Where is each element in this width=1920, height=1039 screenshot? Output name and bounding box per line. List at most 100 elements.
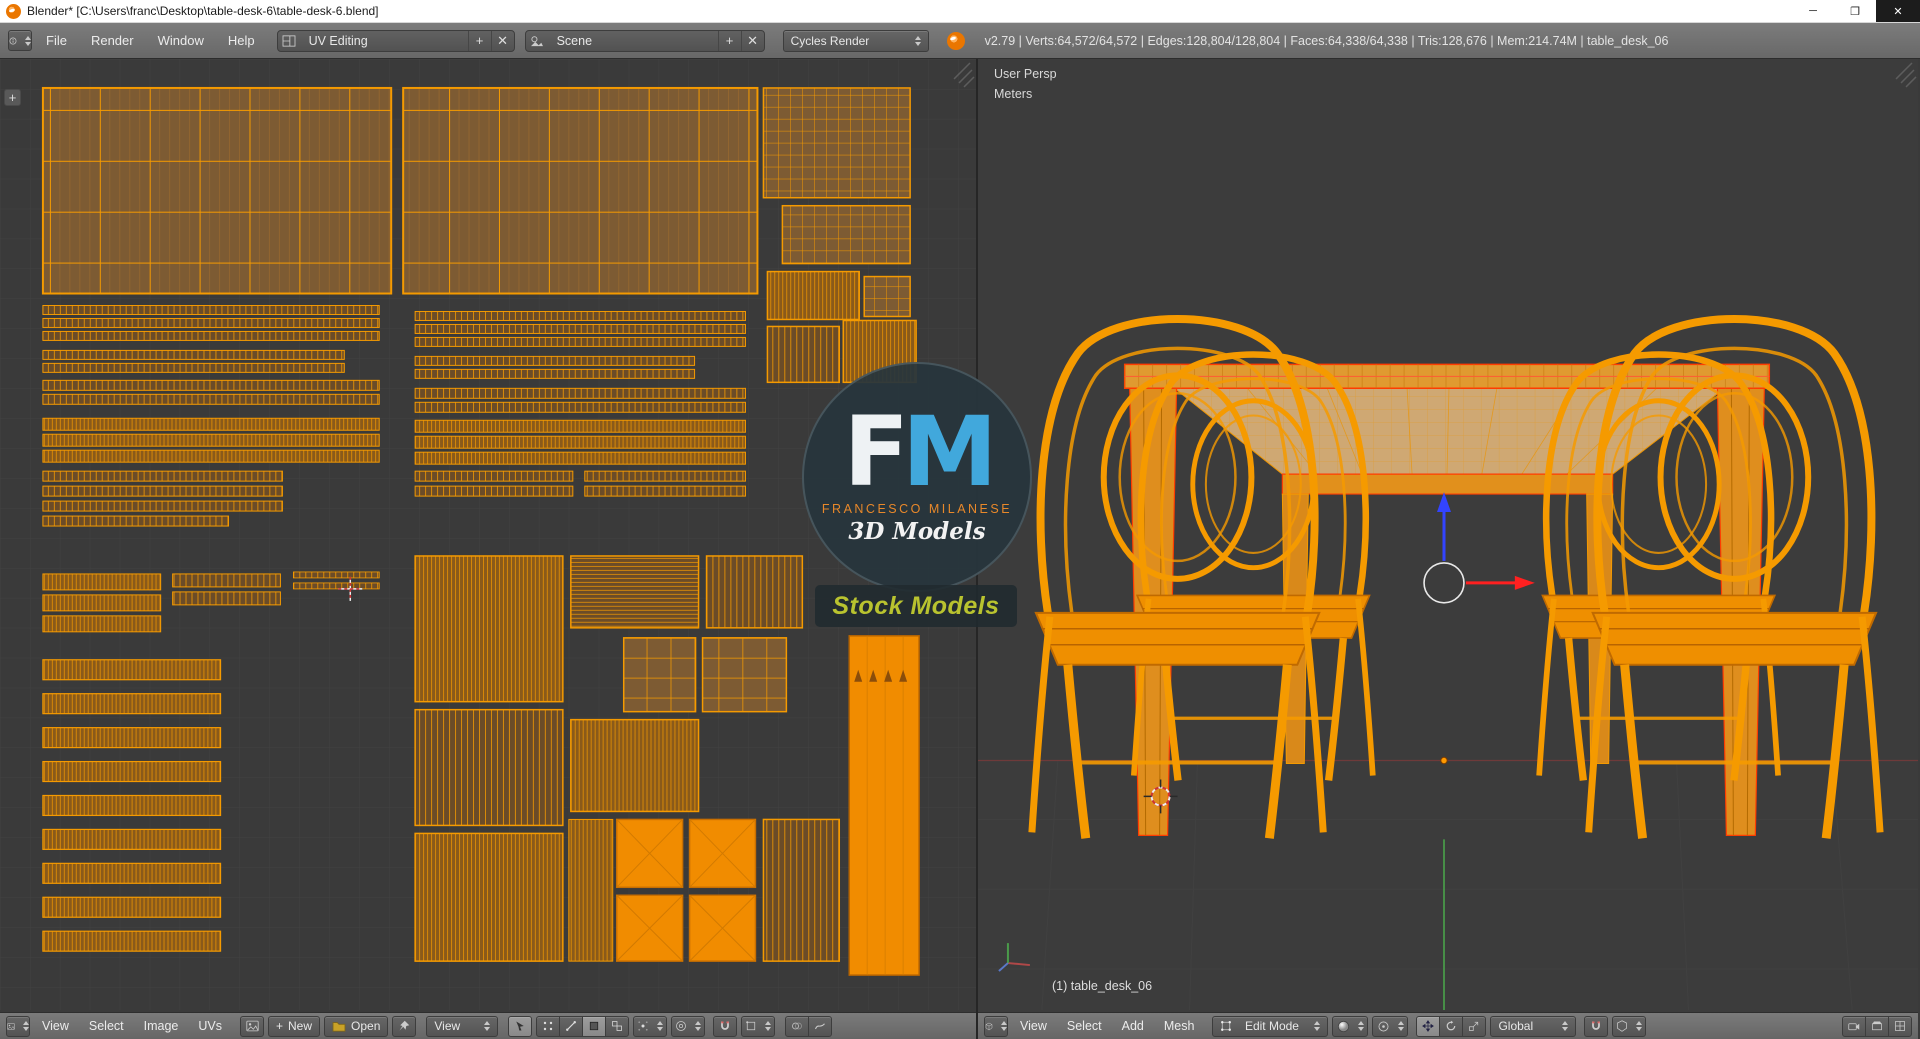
clapper-icon — [1872, 1021, 1882, 1031]
dropdown-arrows-icon — [695, 1021, 701, 1031]
title-bar[interactable]: Blender* [C:\Users\franc\Desktop\table-d… — [0, 0, 1920, 23]
viewport-editor: User Persp Meters (1) table_desk_06 View… — [978, 59, 1918, 1039]
viewport-shading-dropdown[interactable] — [1332, 1015, 1369, 1037]
uv-view-dropdown-value: View — [434, 1019, 461, 1033]
camera-icon — [1848, 1023, 1860, 1031]
menu-render[interactable]: Render — [81, 33, 144, 48]
menu-window[interactable]: Window — [148, 33, 214, 48]
uv-sync-selection-button[interactable] — [508, 1015, 533, 1037]
screen-layout-add-button[interactable]: + — [467, 30, 491, 51]
screen-layout-icon — [282, 34, 296, 47]
vp-menu-add[interactable]: Add — [1114, 1019, 1152, 1033]
transform-manipulator[interactable] — [1423, 492, 1535, 604]
maximize-button[interactable]: ❐ — [1834, 0, 1876, 22]
vp-snap-toggle-button[interactable] — [1584, 1015, 1609, 1037]
edge-select-button[interactable] — [559, 1015, 584, 1037]
pivot-center-dropdown[interactable] — [1372, 1015, 1409, 1037]
screen-layout-name[interactable]: UV Editing — [301, 31, 468, 51]
fm-subtitle: 3D Models — [848, 517, 986, 545]
vp-snap-element-dropdown[interactable] — [1612, 1015, 1647, 1037]
manipulator-translate-button[interactable] — [1416, 1015, 1441, 1037]
fm-watermark-badge: FM FRANCESCO MILANESE 3D Models — [802, 362, 1032, 592]
menu-help[interactable]: Help — [218, 33, 265, 48]
manipulator-scale-button[interactable] — [1462, 1015, 1487, 1037]
dropdown-arrows-icon — [23, 1021, 29, 1031]
display-channels-icon — [792, 1022, 803, 1030]
uv-view-dropdown[interactable]: View — [426, 1015, 499, 1037]
uv-select-mode-group — [536, 1015, 630, 1037]
screen-layout-browse-button[interactable] — [278, 31, 301, 51]
vp-menu-mesh[interactable]: Mesh — [1156, 1019, 1203, 1033]
render-engine-dropdown[interactable]: Cycles Render — [782, 29, 929, 52]
menu-file[interactable]: File — [36, 33, 77, 48]
manipulator-center-circle[interactable] — [1423, 562, 1465, 604]
screen-layout-delete-button[interactable]: ✕ — [490, 30, 514, 51]
viewport-editor-type-button[interactable] — [984, 1015, 1008, 1037]
image-browse-button[interactable] — [240, 1015, 264, 1037]
viewport-canvas[interactable] — [978, 59, 1918, 1010]
uv-editor-type-button[interactable] — [6, 1015, 30, 1037]
translate-manipulator-icon — [1422, 1020, 1435, 1032]
minimize-button[interactable]: ─ — [1792, 0, 1834, 22]
vp-menu-select[interactable]: Select — [1059, 1019, 1110, 1033]
viewport-region[interactable]: User Persp Meters (1) table_desk_06 — [978, 59, 1918, 1012]
scene-browse-button[interactable] — [526, 31, 549, 51]
dropdown-arrows-icon — [1001, 1021, 1007, 1031]
image-new-button[interactable]: + New — [268, 1015, 321, 1037]
scene-add-button[interactable]: + — [717, 30, 741, 51]
folder-icon — [332, 1022, 346, 1032]
manipulator-rotate-button[interactable] — [1439, 1015, 1464, 1037]
mini-axis-gizmo — [998, 943, 1030, 972]
fm-author-name: FRANCESCO MILANESE — [821, 501, 1013, 516]
vp-menu-view[interactable]: View — [1012, 1019, 1055, 1033]
blender-app-icon — [6, 3, 21, 19]
uv-menu-view[interactable]: View — [34, 1019, 77, 1033]
blender-brand-icon — [946, 31, 965, 50]
scene-delete-button[interactable]: ✕ — [740, 30, 764, 51]
vertex-select-icon — [544, 1021, 553, 1031]
edge-select-icon — [566, 1021, 577, 1031]
floor-grid — [978, 760, 1918, 1010]
island-select-button[interactable] — [605, 1015, 630, 1037]
display-channels-button[interactable] — [785, 1015, 810, 1037]
uv-menu-image[interactable]: Image — [136, 1019, 187, 1033]
fm-letter-m: M — [902, 395, 997, 508]
proportional-edit-dropdown[interactable] — [671, 1015, 706, 1037]
snap-toggle-button[interactable] — [713, 1015, 738, 1037]
island-select-icon — [612, 1021, 623, 1031]
info-editor-type-button[interactable] — [8, 30, 32, 51]
opengl-render-button[interactable] — [1842, 1015, 1866, 1037]
close-button[interactable]: ✕ — [1876, 0, 1920, 22]
image-editor-icon — [7, 1022, 15, 1030]
dropdown-arrows-icon — [1358, 1021, 1364, 1031]
snap-element-dropdown[interactable] — [741, 1015, 776, 1037]
opengl-render-anim-button[interactable] — [1865, 1015, 1889, 1037]
render-ops-group — [1842, 1015, 1912, 1037]
uv-extra-tools-group — [785, 1015, 833, 1037]
uv-menu-uvs[interactable]: UVs — [190, 1019, 230, 1033]
region-toggle-button[interactable]: + — [4, 89, 21, 106]
manipulator-z-arrowhead[interactable] — [1437, 492, 1451, 513]
dropdown-arrows-icon — [1562, 1021, 1568, 1031]
manipulator-x-arrowhead[interactable] — [1514, 575, 1535, 590]
scopes-button[interactable] — [808, 1015, 833, 1037]
info-icon — [9, 37, 17, 44]
orientation-dropdown[interactable]: Global — [1490, 1015, 1577, 1037]
scale-manipulator-icon — [1469, 1021, 1479, 1031]
dropdown-arrows-icon — [1314, 1021, 1320, 1031]
vertex-select-button[interactable] — [536, 1015, 561, 1037]
uv-menu-select[interactable]: Select — [81, 1019, 132, 1033]
dropdown-arrows-icon — [915, 36, 921, 46]
sticky-selection-dropdown[interactable] — [633, 1015, 668, 1037]
plus-icon: + — [276, 1019, 284, 1033]
image-pin-button[interactable] — [392, 1015, 417, 1037]
region-resize-grip-icon[interactable] — [1895, 62, 1917, 88]
mode-dropdown[interactable]: Edit Mode — [1212, 1015, 1329, 1037]
shading-sphere-icon — [1337, 1020, 1350, 1032]
sync-select-icon — [516, 1021, 525, 1031]
image-open-button[interactable]: Open — [324, 1015, 389, 1037]
viewport-settings-button[interactable] — [1888, 1015, 1912, 1037]
face-select-button[interactable] — [582, 1015, 607, 1037]
screen-layout-selector: UV Editing + ✕ — [276, 29, 515, 52]
scene-name[interactable]: Scene — [549, 31, 718, 51]
